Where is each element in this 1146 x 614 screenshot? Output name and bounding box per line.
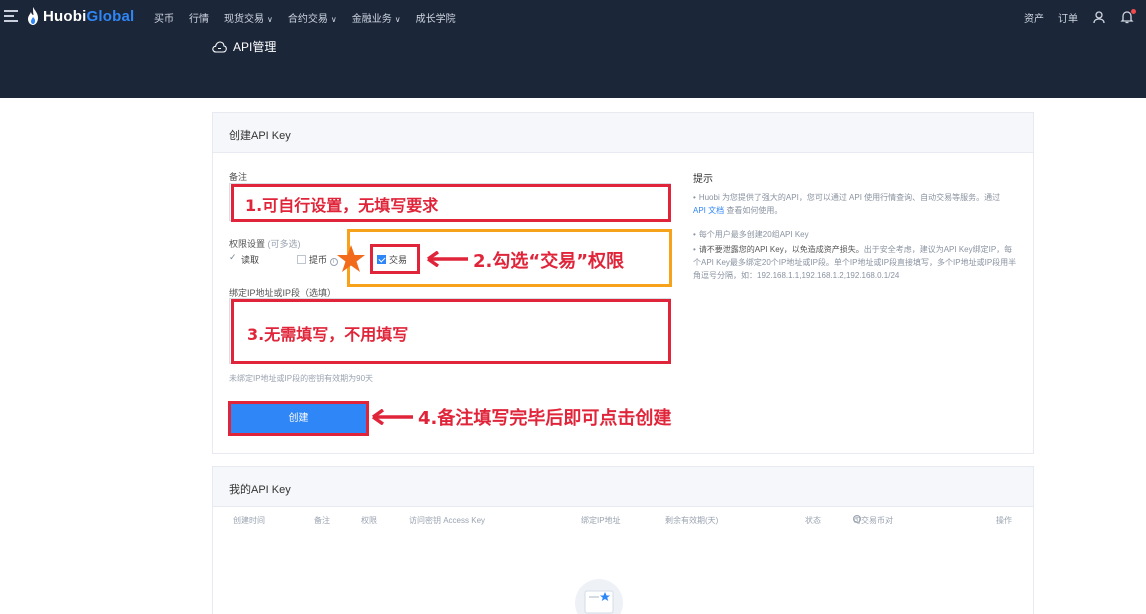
check-icon [229,252,238,264]
checkbox-empty-icon [297,255,306,264]
permission-label: 权限设置 (可多选) [229,239,301,249]
annotation-box-trade-red [370,244,420,274]
tip-security: • 请不要泄露您的API Key，以免造成资产损失。出于安全考虑，建议为API K… [693,245,1017,280]
bell-icon[interactable] [1120,9,1136,24]
nav-orders[interactable]: 订单 [1058,10,1078,25]
nav-spot-trading[interactable]: 现货交易 ∨ [224,10,273,25]
create-card-title: 创建API Key [213,113,1033,153]
col-permission: 权限 [361,516,377,525]
cloud-icon [212,40,227,53]
main-nav: 买币 行情 现货交易 ∨ 合约交易 ∨ 金融业务 ∨ 成长学院 [154,0,471,34]
user-nav: 资产 订单 [1010,0,1136,34]
menu-icon[interactable] [4,10,18,22]
col-access-key: 访问密钥 Access Key [409,516,486,525]
star-icon [337,245,365,272]
page-title: API管理 [212,38,276,55]
tips-title: 提示 [693,174,713,185]
col-actions: 操作 [996,516,1012,525]
info-icon[interactable]: i [853,515,861,523]
chevron-down-icon: ∨ [330,14,337,24]
col-remaining-validity: 剩余有效期(天) [665,516,719,525]
page-banner [0,34,1146,98]
nav-contract-trading[interactable]: 合约交易 ∨ [288,10,337,25]
user-icon[interactable] [1092,10,1106,24]
annotation-step-1: 1.可自行设置，无填写要求 [245,196,439,215]
nav-assets[interactable]: 资产 [1024,10,1044,25]
col-created-time: 创建时间 [233,516,265,525]
huobi-logo[interactable]: HuobiGlobal [26,6,134,26]
tip-limit: • 每个用户最多创建20组API Key [693,230,809,239]
my-api-card-title: 我的API Key [213,467,1033,507]
annotation-step-3: 3.无需填写，不用填写 [247,325,409,344]
arrow-left-icon [426,251,468,267]
api-doc-link[interactable]: API 文档 [693,206,724,215]
annotation-step-2: 2.勾选“交易”权限 [473,251,625,272]
nav-academy[interactable]: 成长学院 [416,10,456,25]
nav-buy-crypto[interactable]: 买币 [154,10,174,25]
annotation-step-4: 4.备注填写完毕后即可点击创建 [418,408,672,429]
top-navbar: HuobiGlobal 买币 行情 现货交易 ∨ 合约交易 ∨ 金融业务 ∨ 成长学院 资产 订… [0,0,1146,34]
tip-api-doc: • Huobi 为您提供了强大的API，您可以通过 API 使用行情查询、自动交易… [693,193,1001,215]
perm-withdraw-checkbox[interactable]: 提币 i [297,253,338,266]
logo-main-text: Huobi [43,7,87,25]
table-header: 创建时间 备注 权限 访问密钥 Access Key 绑定IP地址 剩余有效期(… [233,515,1012,525]
chevron-down-icon: ∨ [267,14,273,24]
col-bound-ip: 绑定IP地址 [581,516,621,525]
arrow-left-icon [371,409,413,425]
page-title-text: API管理 [233,40,277,54]
chevron-down-icon: ∨ [394,14,401,24]
nav-markets[interactable]: 行情 [189,10,209,25]
col-status: 状态 [805,516,821,525]
nav-finance[interactable]: 金融业务 ∨ [352,10,401,25]
flame-logo-icon [28,7,38,25]
my-api-key-card: 我的API Key 创建时间 备注 权限 访问密钥 Access Key 绑定I… [212,466,1034,614]
ip-hint: 未绑定IP地址或IP段的密钥有效期为90天 [229,374,374,383]
col-note: 备注 [314,516,330,525]
annotation-box-create [228,401,369,436]
note-label: 备注 [229,172,248,182]
logo-accent-text: Global [86,7,135,25]
notification-dot [1131,9,1136,14]
perm-read-checkbox[interactable]: 读取 [229,252,259,266]
empty-state-icon [575,579,623,614]
